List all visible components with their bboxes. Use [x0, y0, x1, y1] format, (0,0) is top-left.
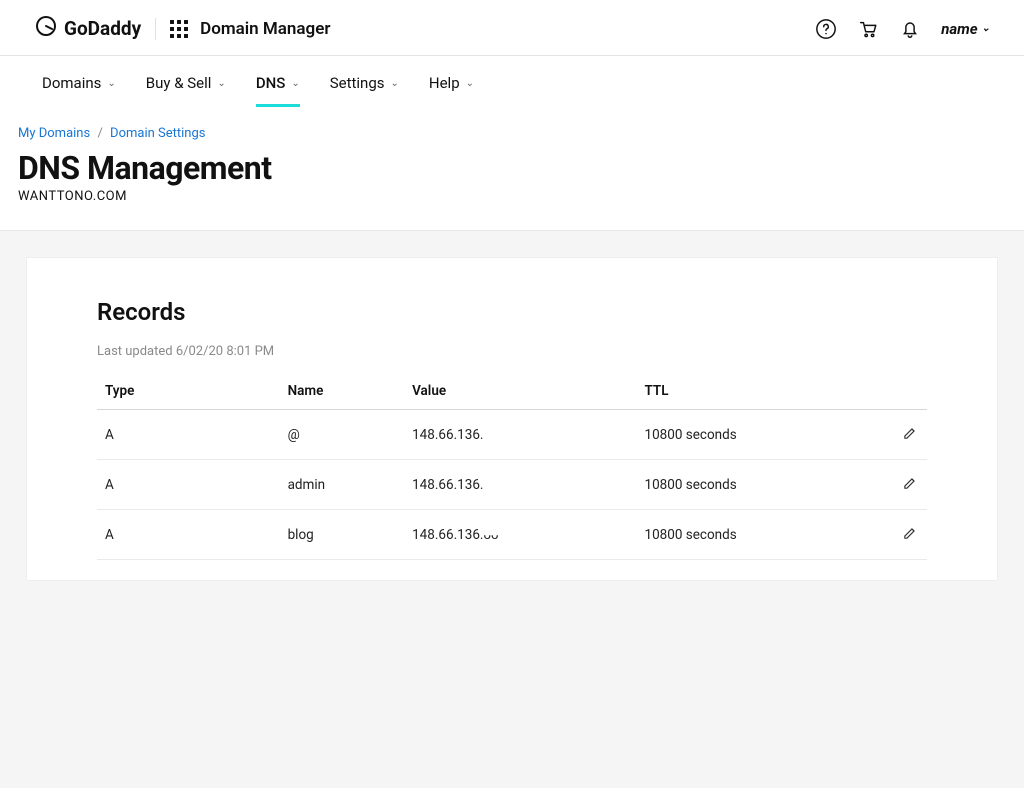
edit-record-button[interactable] — [902, 424, 919, 441]
record-name: admin — [280, 460, 405, 510]
record-ttl: 10800 seconds — [636, 510, 868, 560]
table-header-row: Type Name Value TTL — [97, 373, 927, 410]
record-value: 148.66.136. — [404, 410, 636, 460]
nav-label: Settings — [330, 74, 385, 92]
records-table: Type Name Value TTL A @ 148.66.136. 1080… — [97, 373, 927, 560]
nav-item-help[interactable]: Help ⌄ — [429, 68, 474, 107]
vertical-divider — [155, 18, 156, 40]
edit-record-button[interactable] — [902, 524, 919, 541]
nav-item-dns[interactable]: DNS ⌄ — [256, 68, 300, 107]
chevron-down-icon: ⌄ — [982, 23, 990, 34]
page-header: My Domains / Domain Settings DNS Managem… — [0, 108, 1024, 230]
chevron-down-icon: ⌄ — [391, 78, 399, 89]
content-area: Records Last updated 6/02/20 8:01 PM Typ… — [0, 230, 1024, 788]
records-title: Records — [97, 298, 927, 326]
godaddy-logo-icon — [34, 14, 58, 43]
pencil-icon — [902, 474, 919, 491]
table-row: A @ 148.66.136. 10800 seconds — [97, 410, 927, 460]
record-value: 148.66.136.ᴗᴗ — [404, 510, 636, 560]
chevron-down-icon: ⌄ — [466, 78, 474, 89]
app-title: Domain Manager — [200, 19, 330, 39]
nav-label: Help — [429, 74, 460, 92]
user-name-label: name — [941, 20, 977, 38]
record-name: blog — [280, 510, 405, 560]
nav-label: DNS — [256, 74, 286, 92]
record-type: A — [97, 410, 280, 460]
breadcrumb-link-my-domains[interactable]: My Domains — [18, 126, 90, 141]
chevron-down-icon: ⌄ — [291, 78, 299, 89]
column-header-value: Value — [404, 373, 636, 410]
record-ttl: 10800 seconds — [636, 410, 868, 460]
brand-logo[interactable]: GoDaddy — [34, 14, 141, 43]
bell-icon[interactable] — [899, 18, 921, 40]
secondary-nav: Domains ⌄ Buy & Sell ⌄ DNS ⌄ Settings ⌄ … — [0, 56, 1024, 108]
record-value: 148.66.136. — [404, 460, 636, 510]
column-header-ttl: TTL — [636, 373, 868, 410]
breadcrumb: My Domains / Domain Settings — [18, 126, 1006, 141]
top-bar-right: name ⌄ — [815, 18, 990, 40]
nav-item-settings[interactable]: Settings ⌄ — [330, 68, 399, 107]
cart-icon[interactable] — [857, 18, 879, 40]
records-last-updated: Last updated 6/02/20 8:01 PM — [97, 344, 927, 359]
column-header-name: Name — [280, 373, 405, 410]
record-ttl: 10800 seconds — [636, 460, 868, 510]
apps-grid-icon[interactable] — [170, 20, 188, 38]
pencil-icon — [902, 424, 919, 441]
nav-item-domains[interactable]: Domains ⌄ — [42, 68, 116, 107]
nav-item-buy-sell[interactable]: Buy & Sell ⌄ — [146, 68, 226, 107]
column-header-type: Type — [97, 373, 280, 410]
brand-name: GoDaddy — [64, 17, 141, 40]
record-type: A — [97, 460, 280, 510]
nav-label: Buy & Sell — [146, 74, 212, 92]
top-bar: GoDaddy Domain Manager name ⌄ — [0, 0, 1024, 56]
table-row: A admin 148.66.136. 10800 seconds — [97, 460, 927, 510]
nav-label: Domains — [42, 74, 101, 92]
breadcrumb-separator: / — [97, 126, 102, 141]
domain-name: WANTTONO.COM — [18, 189, 1006, 204]
record-type: A — [97, 510, 280, 560]
edit-record-button[interactable] — [902, 474, 919, 491]
page-title: DNS Management — [18, 149, 1006, 187]
user-menu[interactable]: name ⌄ — [941, 20, 990, 38]
table-row: A blog 148.66.136.ᴗᴗ 10800 seconds — [97, 510, 927, 560]
record-name: @ — [280, 410, 405, 460]
breadcrumb-link-domain-settings[interactable]: Domain Settings — [110, 126, 205, 141]
top-bar-left: GoDaddy Domain Manager — [34, 14, 330, 43]
records-card: Records Last updated 6/02/20 8:01 PM Typ… — [26, 257, 998, 581]
help-icon[interactable] — [815, 18, 837, 40]
column-header-actions — [869, 373, 927, 410]
chevron-down-icon: ⌄ — [107, 78, 115, 89]
pencil-icon — [902, 524, 919, 541]
chevron-down-icon: ⌄ — [217, 78, 225, 89]
